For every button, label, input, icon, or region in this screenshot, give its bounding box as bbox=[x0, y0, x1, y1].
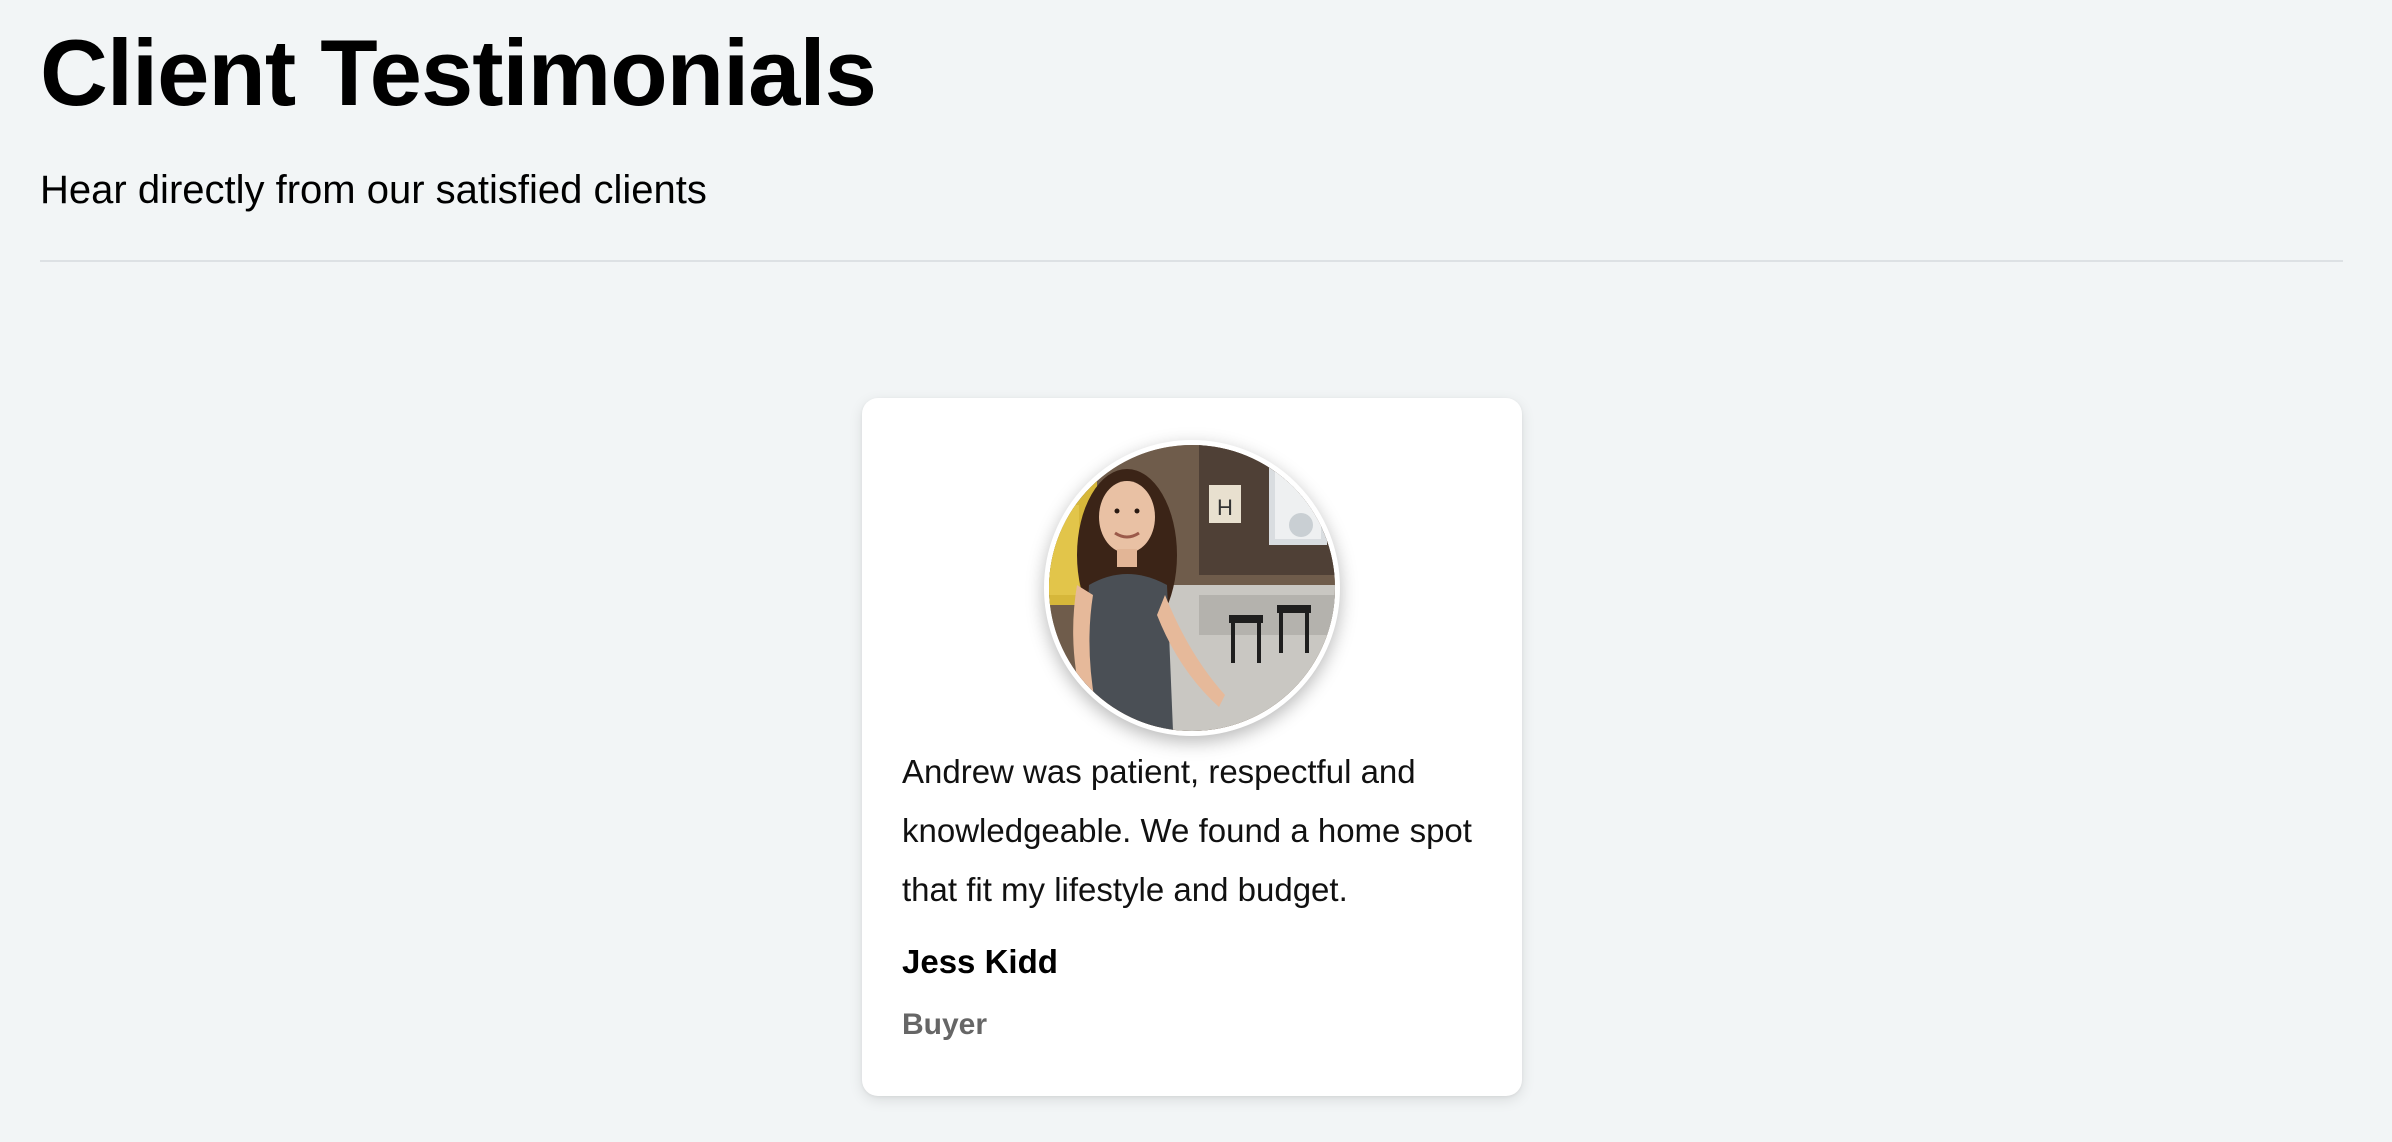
client-role: Buyer bbox=[902, 1008, 988, 1041]
testimonial-quote: Andrew was patient, respectful and knowl… bbox=[902, 753, 1472, 908]
testimonial-card: H Andrew was patient, respectful and kno… bbox=[862, 398, 1522, 1096]
client-photo-icon: H bbox=[1049, 445, 1335, 731]
page-subtitle: Hear directly from our satisfied clients bbox=[40, 168, 707, 212]
header-divider bbox=[40, 260, 2343, 262]
client-name: Jess Kidd bbox=[902, 943, 1058, 980]
client-avatar: H bbox=[1044, 440, 1340, 736]
svg-text:H: H bbox=[1217, 495, 1233, 520]
page-title: Client Testimonials bbox=[40, 20, 877, 125]
